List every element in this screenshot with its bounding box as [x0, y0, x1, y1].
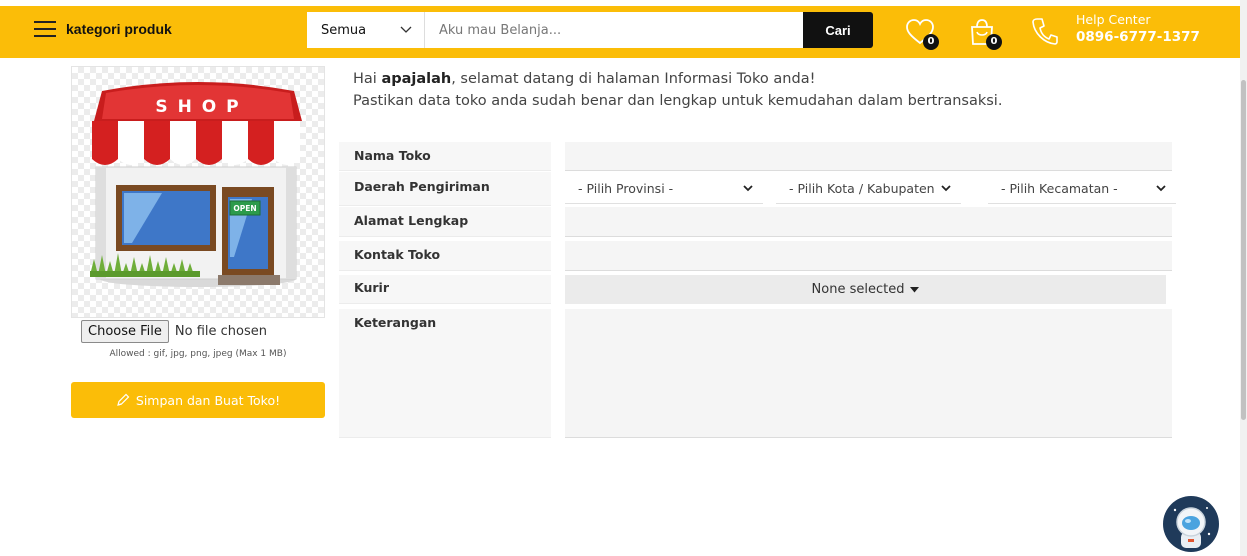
search-button[interactable]: Cari — [803, 12, 873, 48]
welcome-line-2: Pastikan data toko anda sudah benar dan … — [353, 93, 1003, 109]
help-center-info: Help Center 0896-6777-1377 — [1076, 13, 1200, 47]
notes-textarea[interactable] — [565, 309, 1172, 438]
province-select[interactable]: - Pilih Provinsi - — [565, 174, 763, 204]
allowed-file-types: Allowed : gif, jpg, png, jpeg (Max 1 MB) — [109, 349, 287, 359]
chevron-down-icon — [941, 185, 951, 192]
province-select-value: - Pilih Provinsi - — [578, 181, 674, 196]
phone-icon — [1032, 18, 1058, 45]
page-scrollbar-thumb[interactable] — [1241, 80, 1246, 420]
open-sign: OPEN — [233, 204, 256, 213]
store-contact-label: Kontak Toko — [339, 241, 551, 271]
district-select-value: - Pilih Kecamatan - — [1001, 181, 1118, 196]
file-upload: Choose File No file chosen — [81, 320, 267, 343]
choose-file-button[interactable]: Choose File — [81, 320, 169, 343]
help-center-phone: 0896-6777-1377 — [1076, 29, 1200, 45]
store-name-label: Nama Toko — [339, 142, 551, 171]
search-category-select[interactable]: Semua — [307, 12, 425, 48]
hamburger-icon — [34, 21, 56, 37]
chevron-down-icon — [1156, 185, 1166, 192]
cart-button[interactable]: 0 — [968, 18, 1002, 50]
notes-label: Keterangan — [339, 309, 551, 438]
courier-multiselect[interactable]: None selected — [565, 275, 1166, 304]
store-name-input[interactable] — [565, 142, 1172, 171]
chatbot-launcher[interactable] — [1163, 496, 1219, 552]
category-menu-toggle[interactable]: kategori produk — [34, 21, 172, 37]
astronaut-bot-icon — [1163, 496, 1219, 552]
save-store-button[interactable]: Simpan dan Buat Toko! — [71, 382, 325, 418]
help-center-title: Help Center — [1076, 12, 1151, 27]
category-menu-label: kategori produk — [66, 21, 172, 37]
help-center-link[interactable] — [1031, 16, 1059, 50]
wishlist-button[interactable]: 0 — [905, 18, 939, 50]
welcome-message: Hai apajalah, selamat datang di halaman … — [353, 68, 1002, 112]
courier-value: None selected — [811, 282, 905, 297]
search-input[interactable] — [425, 12, 803, 48]
file-status: No file chosen — [174, 324, 267, 339]
full-address-label: Alamat Lengkap — [339, 207, 551, 237]
courier-label: Kurir — [339, 275, 551, 304]
search-bar: Semua Cari — [307, 12, 873, 48]
wishlist-count-badge: 0 — [923, 34, 939, 50]
city-select[interactable]: - Pilih Kota / Kabupaten - — [776, 174, 961, 204]
save-store-label: Simpan dan Buat Toko! — [135, 392, 281, 408]
shop-sign: S H O P — [155, 97, 240, 117]
chevron-down-icon — [400, 26, 412, 33]
chevron-down-icon — [743, 185, 753, 192]
pencil-icon — [117, 393, 130, 406]
caret-down-icon — [910, 286, 920, 292]
store-image-preview: OPEN S H O P — [71, 66, 325, 318]
search-category-value: Semua — [321, 22, 367, 38]
top-header: kategori produk Semua Cari 0 0 Help Cent… — [0, 6, 1240, 58]
full-address-input[interactable] — [565, 207, 1172, 237]
city-select-value: - Pilih Kota / Kabupaten - — [789, 181, 939, 196]
district-select[interactable]: - Pilih Kecamatan - — [988, 174, 1176, 204]
shop-illustration: OPEN S H O P — [90, 82, 302, 287]
welcome-line-1: Hai apajalah, selamat datang di halaman … — [353, 71, 816, 87]
cart-count-badge: 0 — [986, 34, 1002, 50]
shipping-area-label: Daerah Pengiriman — [339, 172, 551, 206]
username: apajalah — [381, 71, 452, 87]
store-contact-input[interactable] — [565, 241, 1172, 271]
